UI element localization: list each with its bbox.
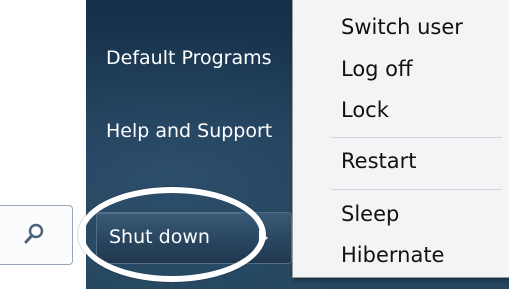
search-icon[interactable] <box>22 222 46 246</box>
default-programs-link[interactable]: Default Programs <box>106 47 286 69</box>
menu-item-switch-user[interactable]: Switch user <box>341 15 463 39</box>
search-box[interactable] <box>0 205 73 265</box>
highlight-circle <box>78 187 266 282</box>
menu-item-lock[interactable]: Lock <box>341 98 389 122</box>
menu-item-hibernate[interactable]: Hibernate <box>341 243 444 267</box>
shutdown-options-menu: Switch user Log off Lock Restart Sleep H… <box>292 0 509 278</box>
help-and-support-link[interactable]: Help and Support <box>106 120 286 142</box>
menu-separator <box>331 189 502 190</box>
menu-separator <box>331 137 502 138</box>
menu-item-log-off[interactable]: Log off <box>341 57 413 81</box>
menu-item-restart[interactable]: Restart <box>341 149 416 173</box>
left-panel <box>0 0 86 289</box>
menu-item-sleep[interactable]: Sleep <box>341 202 399 226</box>
